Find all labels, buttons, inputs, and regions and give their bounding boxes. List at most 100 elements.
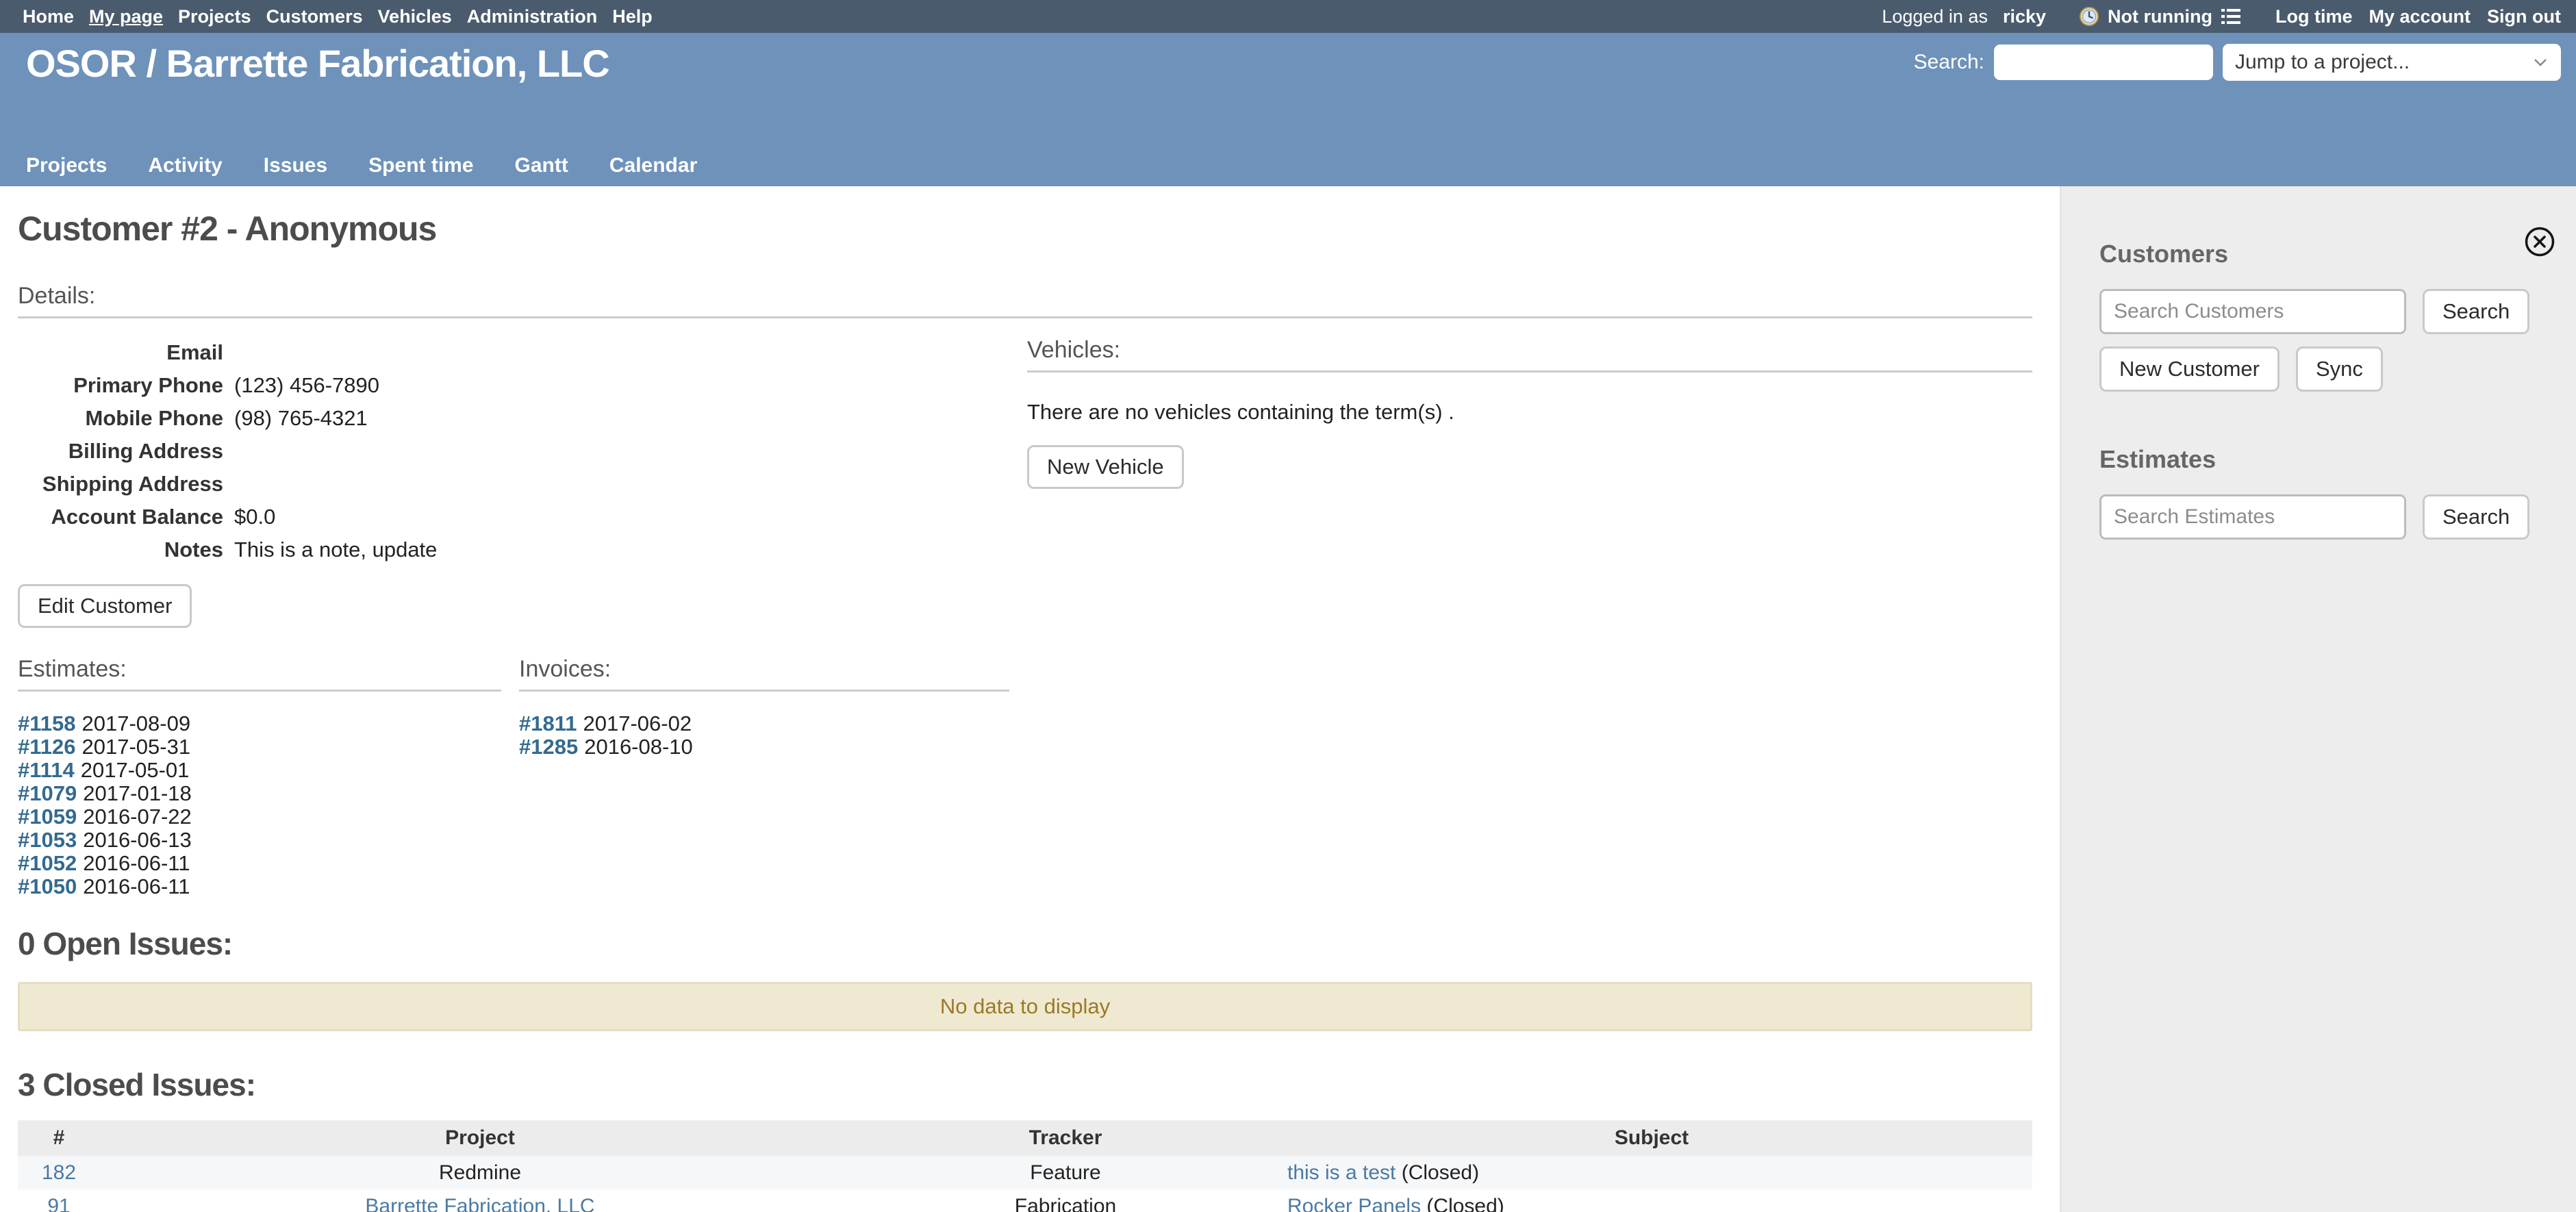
field-label: Primary Phone xyxy=(18,369,223,402)
invoice-date: 2016-08-10 xyxy=(584,735,693,759)
edit-customer-button[interactable]: Edit Customer xyxy=(18,584,192,628)
estimate-link[interactable]: #1114 xyxy=(18,758,75,782)
estimate-date: 2016-06-13 xyxy=(83,828,192,852)
estimate-date: 2017-01-18 xyxy=(83,781,192,805)
field-row: Account Balance $0.0 xyxy=(18,501,437,533)
details-column: Email Primary Phone (123) 456-7890 xyxy=(18,336,1027,898)
field-value: (98) 765-4321 xyxy=(223,402,437,435)
field-value: (123) 456-7890 xyxy=(223,369,437,402)
issue-status-suffix: (Closed) xyxy=(1396,1161,1479,1184)
details-split: Email Primary Phone (123) 456-7890 xyxy=(18,336,2032,898)
invoice-link[interactable]: #1811 xyxy=(519,711,577,735)
table-row: 91 Barrette Fabrication, LLC Fabrication… xyxy=(18,1189,2032,1212)
timer-widget[interactable]: Not running xyxy=(2079,6,2241,27)
project-tab[interactable]: Issues xyxy=(264,154,327,177)
list-item: #10532016-06-13 xyxy=(18,829,501,852)
estimate-link[interactable]: #1158 xyxy=(18,711,76,735)
column-header-tracker: Tracker xyxy=(860,1120,1271,1156)
top-menu-item[interactable]: My page xyxy=(81,6,171,27)
top-menu-item[interactable]: Home xyxy=(15,6,81,27)
estimate-date: 2017-08-09 xyxy=(82,711,191,735)
details-section-label: Details: xyxy=(18,282,2032,318)
issue-status-suffix: (Closed) xyxy=(1421,1195,1504,1212)
jump-to-project-select[interactable]: Jump to a project... xyxy=(2223,44,2561,81)
project-tab[interactable]: Calendar xyxy=(609,154,697,177)
account-links: Log time My account Sign out xyxy=(2275,6,2561,27)
invoice-date: 2017-06-02 xyxy=(583,711,692,735)
project-link[interactable]: Barrette Fabrication, LLC xyxy=(365,1195,594,1212)
issue-id-link[interactable]: 91 xyxy=(47,1195,70,1212)
field-row: Email xyxy=(18,336,437,369)
vehicles-section-label: Vehicles: xyxy=(1027,336,2032,373)
sidebar-close-button[interactable] xyxy=(2524,226,2555,257)
account-link[interactable]: Log time xyxy=(2275,6,2353,27)
customers-search-row: Search xyxy=(2099,289,2549,334)
new-customer-button[interactable]: New Customer xyxy=(2099,346,2280,392)
search-customers-input[interactable] xyxy=(2099,289,2406,334)
logged-in-label: Logged in as xyxy=(1882,6,1988,27)
estimate-link[interactable]: #1050 xyxy=(18,874,77,898)
search-input[interactable] xyxy=(1994,45,2213,80)
header-search-area: Search: Jump to a project... xyxy=(1914,44,2561,81)
project-header: OSOR / Barrette Fabrication, LLC Search:… xyxy=(0,33,2576,186)
invoice-link[interactable]: #1285 xyxy=(519,735,578,759)
search-customers-button[interactable]: Search xyxy=(2423,289,2529,334)
field-label: Email xyxy=(18,336,223,369)
list-item: #10592016-07-22 xyxy=(18,805,501,829)
new-vehicle-button[interactable]: New Vehicle xyxy=(1027,445,1184,489)
project-name: Redmine xyxy=(439,1161,521,1184)
project-tab[interactable]: Projects xyxy=(26,154,107,177)
project-tab[interactable]: Gantt xyxy=(515,154,568,177)
vehicles-empty-text: There are no vehicles containing the ter… xyxy=(1027,400,2032,425)
sidebar-customers-heading: Customers xyxy=(2099,240,2549,268)
top-menu-item[interactable]: Projects xyxy=(171,6,259,27)
estimate-link[interactable]: #1126 xyxy=(18,735,76,759)
list-item: #10522016-06-11 xyxy=(18,852,501,875)
field-label: Account Balance xyxy=(18,501,223,533)
no-data-text: No data to display xyxy=(940,994,1110,1019)
list-item: #10792017-01-18 xyxy=(18,782,501,805)
field-value xyxy=(223,435,437,468)
tracker-name: Feature xyxy=(1030,1161,1100,1184)
list-item: #10502016-06-11 xyxy=(18,875,501,898)
estimate-link[interactable]: #1059 xyxy=(18,805,77,829)
list-icon[interactable] xyxy=(2221,8,2241,25)
column-header-subject: Subject xyxy=(1271,1120,2032,1156)
search-estimates-input[interactable] xyxy=(2099,494,2406,540)
estimate-date: 2017-05-01 xyxy=(81,758,190,782)
top-menu-item[interactable]: Customers xyxy=(259,6,370,27)
timer-status: Not running xyxy=(2108,6,2212,27)
list-item: #12852016-08-10 xyxy=(519,735,1009,759)
no-data-box: No data to display xyxy=(18,982,2032,1031)
issue-subject-link[interactable]: Rocker Panels xyxy=(1287,1195,1421,1212)
top-menu-item[interactable]: Administration xyxy=(459,6,605,27)
project-tab[interactable]: Spent time xyxy=(368,154,473,177)
estimate-link[interactable]: #1052 xyxy=(18,851,77,875)
account-link[interactable]: Sign out xyxy=(2487,6,2561,27)
top-menu-item[interactable]: Vehicles xyxy=(370,6,459,27)
estimates-section: Estimates: #11582017-08-09 #11262017-05 xyxy=(18,655,501,898)
top-menu-item[interactable]: Help xyxy=(605,6,660,27)
search-estimates-button[interactable]: Search xyxy=(2423,494,2529,540)
estimate-link[interactable]: #1079 xyxy=(18,781,77,805)
clock-icon xyxy=(2079,6,2099,27)
estimate-date: 2017-05-31 xyxy=(82,735,191,759)
list-item: #11142017-05-01 xyxy=(18,759,501,782)
field-row: Shipping Address xyxy=(18,468,437,501)
issue-subject-link[interactable]: this is a test xyxy=(1287,1161,1396,1184)
top-menu: HomeMy pageProjectsCustomersVehiclesAdmi… xyxy=(15,6,660,27)
open-issues-heading: 0 Open Issues: xyxy=(18,926,2032,961)
top-menu-bar: HomeMy pageProjectsCustomersVehiclesAdmi… xyxy=(0,0,2576,33)
project-tab[interactable]: Activity xyxy=(148,154,222,177)
table-row: 182 Redmine Feature this is a test (Clos… xyxy=(18,1156,2032,1189)
issue-id-link[interactable]: 182 xyxy=(42,1161,76,1184)
estimates-section-label: Estimates: xyxy=(18,655,501,692)
estimates-search-row: Search xyxy=(2099,494,2549,540)
chevron-down-icon xyxy=(2534,58,2547,66)
invoices-list: #18112017-06-02 #12852016-08-10 xyxy=(519,712,1009,759)
account-link[interactable]: My account xyxy=(2369,6,2471,27)
sync-button[interactable]: Sync xyxy=(2296,346,2383,392)
username: ricky xyxy=(2003,6,2046,27)
closed-issues-table: # Project Tracker Subject 182 Redmine Fe… xyxy=(18,1120,2032,1212)
estimate-link[interactable]: #1053 xyxy=(18,828,77,852)
